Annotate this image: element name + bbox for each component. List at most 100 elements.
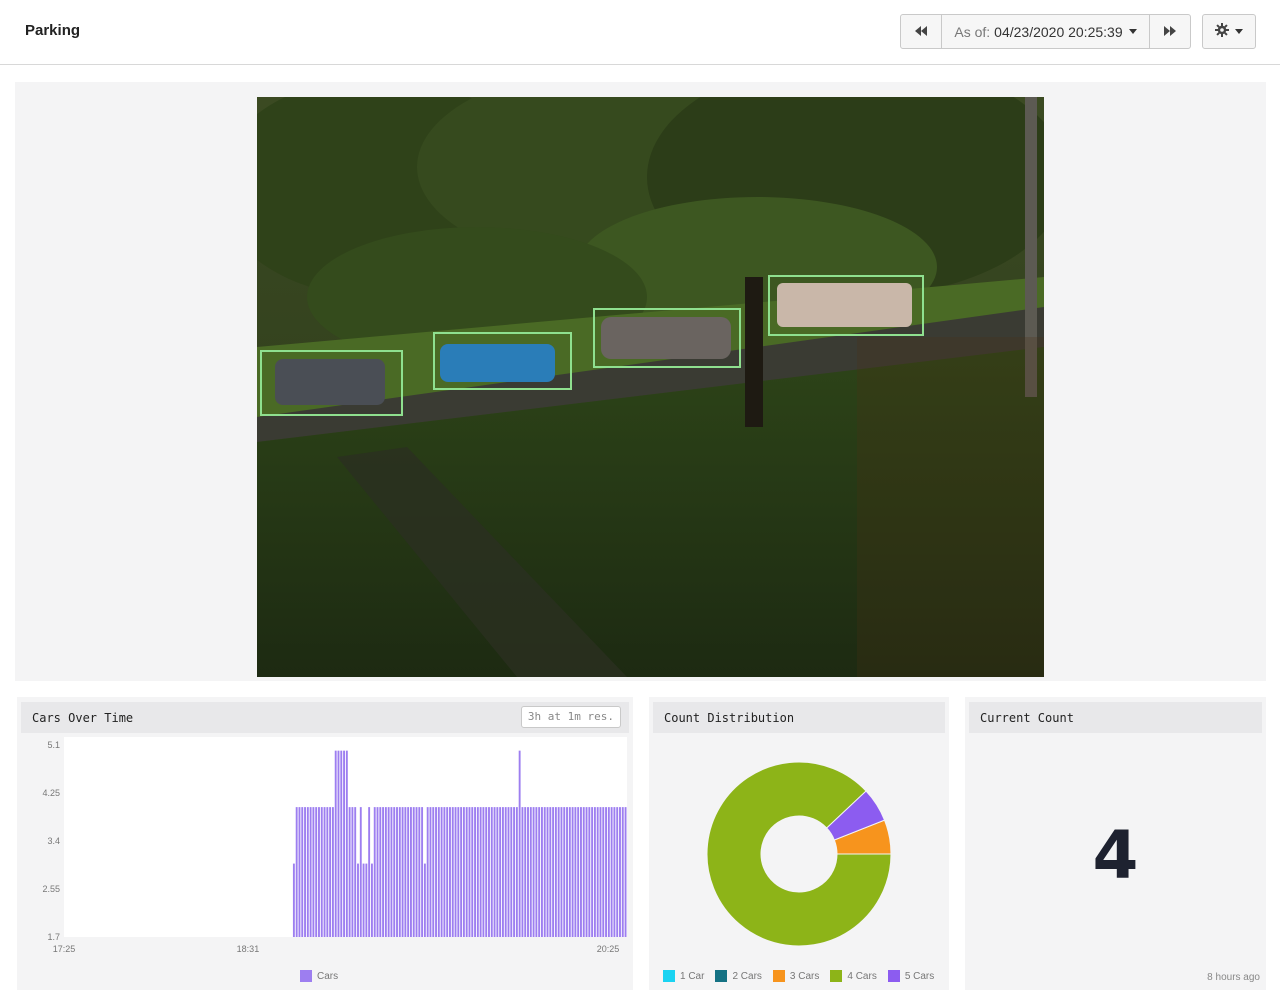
bar (423, 863, 426, 937)
bar (331, 807, 334, 937)
count-distribution-chart (706, 761, 892, 947)
bar (605, 807, 607, 937)
bar (485, 807, 488, 937)
detection-box (260, 350, 403, 416)
y-tick-label: 3.4 (47, 836, 60, 846)
bar (549, 807, 552, 937)
bar (504, 807, 507, 937)
x-tick-label: 20:25 (597, 944, 620, 954)
bar (396, 807, 398, 937)
bar (607, 807, 610, 937)
x-tick-label: 18:31 (237, 944, 260, 954)
card-header: Count Distribution (653, 702, 945, 733)
bar (527, 807, 529, 937)
bar (393, 807, 396, 937)
bar (326, 807, 329, 937)
bar (340, 750, 343, 937)
settings-button[interactable] (1202, 14, 1256, 49)
bar (582, 807, 585, 937)
bar (348, 807, 351, 937)
bar (580, 807, 582, 937)
bar (493, 807, 496, 937)
as-of-label: As of: (954, 23, 991, 40)
current-count-card: Current Count 4 8 hours ago (965, 697, 1266, 990)
bar (421, 807, 424, 937)
bar (454, 807, 457, 937)
fast-forward-icon (1164, 24, 1176, 39)
bar (373, 807, 376, 937)
camera-panel (15, 82, 1266, 681)
pie-slice (706, 761, 892, 947)
bar (613, 807, 616, 937)
legend-item[interactable]: Cars (300, 970, 338, 982)
bar (510, 807, 513, 937)
bar (351, 807, 354, 937)
legend-item[interactable]: 1 Car (663, 970, 704, 982)
bar (596, 807, 599, 937)
bar (298, 807, 301, 937)
detection-box (768, 275, 924, 336)
resolution-button[interactable]: 3h at 1m res. (520, 706, 621, 728)
bar (362, 863, 365, 937)
legend-label: 1 Car (680, 970, 705, 982)
legend-item[interactable]: 5 Cars (887, 970, 934, 982)
bar (370, 863, 373, 937)
bar (490, 807, 493, 937)
legend-item[interactable]: 3 Cars (772, 970, 819, 982)
bar (552, 807, 555, 937)
page-title: Parking (25, 22, 81, 39)
bar (574, 807, 577, 937)
as-of-dropdown[interactable]: As of: 04/23/2020 20:25:39 (941, 14, 1150, 49)
bar (415, 807, 418, 937)
next-button[interactable] (1149, 14, 1191, 49)
bar (585, 807, 588, 937)
card-title: Current Count (980, 711, 1074, 725)
card-title: Cars Over Time (32, 711, 134, 725)
bar (312, 807, 315, 937)
bar (619, 807, 621, 937)
bar (437, 807, 440, 937)
bar (315, 807, 318, 937)
y-tick-label: 5.1 (47, 740, 60, 750)
bar (499, 807, 502, 937)
bar (535, 807, 538, 937)
bar (429, 807, 432, 937)
bar (543, 807, 546, 937)
bar (343, 750, 345, 937)
cars-over-time-chart: 5.1 4.25 3.4 2.55 1.7 17:25 18:31 20:25 (42, 737, 627, 954)
bar (357, 863, 359, 937)
bar (476, 807, 479, 937)
legend-item[interactable]: 4 Cars (830, 970, 877, 982)
bar (616, 807, 619, 937)
bar (390, 807, 393, 937)
bar (379, 807, 382, 937)
legend-item[interactable]: 2 Cars (715, 970, 762, 982)
top-bar: Parking As of: 04/23/2020 20:25:39 (0, 0, 1280, 65)
detection-box (593, 308, 741, 368)
bar (412, 807, 415, 937)
bar (462, 807, 465, 937)
bar (602, 807, 605, 937)
bar (554, 807, 557, 937)
bar (359, 807, 362, 937)
bar (591, 807, 594, 937)
bar (566, 807, 568, 937)
bar (593, 807, 596, 937)
bar (418, 807, 421, 937)
bar (568, 807, 571, 937)
bar (407, 807, 410, 937)
legend-swatch (715, 970, 728, 982)
bar (451, 807, 454, 937)
chevron-down-icon (1235, 29, 1243, 34)
bar (501, 807, 504, 937)
bar (329, 807, 332, 937)
bar (449, 807, 451, 937)
detection-box (433, 332, 572, 390)
bar (571, 807, 574, 937)
bar (513, 807, 516, 937)
bar (410, 807, 412, 937)
previous-button[interactable] (900, 14, 942, 49)
legend-label: Cars (317, 970, 339, 982)
chart-legend: 1 Car 2 Cars 3 Cars 4 Cars 5 Cars (663, 970, 945, 982)
legend-swatch (300, 970, 312, 982)
